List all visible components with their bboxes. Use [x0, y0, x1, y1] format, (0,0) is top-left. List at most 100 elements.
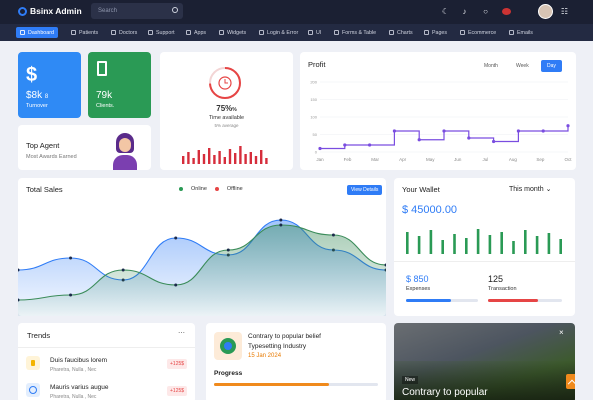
nav-item-forms-table[interactable]: Forms & Table: [330, 27, 380, 38]
legend-online: Online: [191, 186, 207, 192]
nav-item-pages[interactable]: Pages: [420, 27, 451, 38]
turnover-suffix: 8: [44, 94, 49, 100]
profit-point[interactable]: [417, 138, 421, 142]
profit-point[interactable]: [368, 143, 372, 147]
time-value: 75%: [216, 104, 233, 113]
period-select[interactable]: This month ⌄: [509, 185, 551, 193]
nav-item-dashboard[interactable]: Dashboard: [16, 27, 58, 38]
scroll-top-button[interactable]: [566, 374, 575, 389]
nav-item-widgets[interactable]: Widgets: [215, 27, 250, 38]
wallet-card: Your Wallet This month ⌄ $ 45000.00 $ 85…: [394, 178, 575, 316]
nav-item-emails[interactable]: Emails: [505, 27, 537, 38]
time-bar: [234, 153, 237, 164]
wallet-bar: [524, 230, 527, 254]
nav-item-doctors[interactable]: Doctors: [107, 27, 141, 38]
time-bar: [223, 157, 226, 164]
wallet-bar: [488, 235, 492, 254]
sales-point[interactable]: [69, 256, 73, 260]
news-subtitle: Typesetting Industry: [248, 343, 307, 350]
list-item[interactable]: Duis faucibus lorem Pharetra, Nulla , Ne…: [26, 356, 188, 376]
bell-icon[interactable]: ♪: [460, 7, 469, 16]
profit-point[interactable]: [318, 146, 322, 151]
turnover-value: $8k: [26, 90, 43, 101]
news-title: Contrary to popular belief: [248, 333, 321, 340]
nav-item-charts[interactable]: Charts: [385, 27, 417, 38]
time-bar: [254, 156, 258, 164]
divider: [394, 261, 575, 262]
sales-point[interactable]: [174, 236, 178, 240]
nav-item-patients[interactable]: Patients: [67, 27, 102, 38]
profit-point[interactable]: [492, 139, 496, 144]
profit-point[interactable]: [566, 124, 570, 128]
search-icon[interactable]: [172, 7, 178, 13]
trend-sub: Pharetra, Nulla , Nec: [50, 394, 97, 400]
period-value: This month: [509, 186, 544, 193]
globe-icon: [26, 383, 40, 397]
transaction-label: Transaction: [488, 286, 517, 292]
time-ring: [209, 67, 241, 99]
settings-icon[interactable]: ☷: [560, 7, 569, 16]
clients-card[interactable]: 79k Clients.: [88, 52, 151, 118]
nav-label: Forms & Table: [342, 29, 377, 36]
wallet-bar: [512, 241, 515, 254]
sales-point[interactable]: [226, 248, 230, 252]
nav-item-support[interactable]: Support: [144, 27, 179, 38]
nav-icon: [219, 30, 224, 35]
progress-label: Progress: [214, 370, 243, 377]
sales-point[interactable]: [69, 293, 73, 297]
brand-logo[interactable]: Bsinx Admin: [18, 6, 82, 16]
sales-point[interactable]: [121, 268, 125, 272]
chat-icon[interactable]: ○: [481, 7, 490, 16]
moon-icon[interactable]: ☾: [441, 7, 450, 16]
time-bar: [244, 154, 247, 164]
turnover-card[interactable]: $ $8k 8 Turnover: [18, 52, 81, 118]
wallet-bar: [547, 233, 551, 254]
photo-caption: Contrary to popular: [402, 387, 488, 398]
x-tick-label: Oct: [564, 157, 572, 162]
sales-point[interactable]: [331, 233, 335, 237]
nav-icon: [308, 30, 313, 35]
week-button[interactable]: Week: [510, 60, 535, 72]
profit-point[interactable]: [516, 129, 520, 133]
x-tick-label: Jun: [454, 157, 462, 162]
building-icon: [97, 61, 107, 76]
nav-item-ui[interactable]: UI: [304, 27, 325, 38]
trend-name: Duis faucibus lorem: [50, 357, 108, 364]
top-agent-card: Top Agent Most Awards Earned: [18, 125, 151, 170]
x-tick-label: Sep: [536, 157, 545, 162]
profit-point[interactable]: [442, 129, 446, 133]
profit-point[interactable]: [467, 136, 471, 140]
y-tick-label: 200: [310, 80, 317, 85]
nav-item-ecommerce[interactable]: Ecommerce: [456, 27, 500, 38]
close-icon[interactable]: ×: [559, 328, 564, 337]
profit-point[interactable]: [392, 129, 396, 133]
nav-item-login-error[interactable]: Login & Error: [255, 27, 302, 38]
profit-point[interactable]: [541, 129, 545, 133]
day-button[interactable]: Day: [541, 60, 562, 72]
progress-fill: [214, 383, 329, 386]
flag-icon[interactable]: [502, 8, 511, 15]
nav-icon: [111, 30, 116, 35]
nav-label: Apps: [194, 29, 207, 36]
photo-card: × New Contrary to popular: [394, 323, 575, 400]
search-input[interactable]: Search: [91, 3, 183, 19]
nav-item-apps[interactable]: Apps: [182, 27, 210, 38]
online-dot: [179, 187, 183, 191]
view-details-button[interactable]: View Details: [347, 185, 383, 195]
profit-point[interactable]: [343, 143, 347, 147]
month-button[interactable]: Month: [478, 60, 504, 72]
wallet-bar: [417, 236, 421, 254]
time-sub: 5% average: [214, 123, 239, 128]
sales-point[interactable]: [174, 283, 178, 287]
nav-label: Pages: [432, 29, 448, 36]
avatar[interactable]: [538, 4, 553, 19]
wallet-bar: [453, 234, 456, 254]
wallet-bar: [441, 240, 444, 254]
time-bar: [182, 156, 185, 164]
sales-point[interactable]: [279, 218, 283, 222]
sales-point[interactable]: [279, 223, 283, 227]
list-item[interactable]: Mauris varius augue Pharetra, Nulla , Ne…: [26, 383, 188, 400]
more-icon[interactable]: ⋯: [178, 329, 185, 337]
time-bar: [218, 151, 221, 164]
nav-label: Dashboard: [28, 29, 54, 36]
